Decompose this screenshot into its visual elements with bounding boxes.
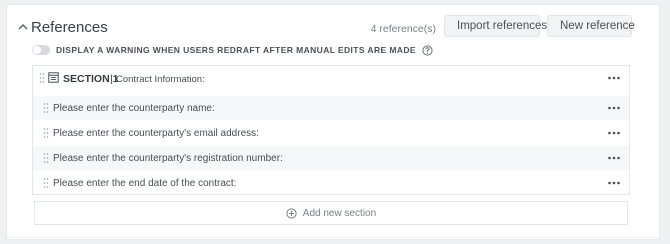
redraft-warning-toggle[interactable] bbox=[32, 45, 50, 55]
more-horizontal-icon[interactable] bbox=[607, 153, 621, 163]
redraft-warning-setting: DISPLAY A WARNING WHEN USERS REDRAFT AFT… bbox=[32, 43, 433, 57]
section-separator: | bbox=[110, 73, 113, 85]
references-panel: References 4 reference(s) Import referen… bbox=[6, 4, 660, 240]
reference-label: Please enter the counterparty's email ad… bbox=[53, 128, 259, 139]
list-item[interactable]: Please enter the counterparty name: bbox=[33, 96, 629, 120]
drag-handle-icon[interactable] bbox=[43, 152, 49, 164]
more-horizontal-icon[interactable] bbox=[607, 103, 621, 113]
reference-label: Please enter the counterparty name: bbox=[53, 103, 215, 114]
more-horizontal-icon[interactable] bbox=[607, 73, 621, 83]
divider bbox=[7, 237, 659, 238]
section-name: Contract Information: bbox=[116, 74, 205, 85]
new-reference-label: New reference bbox=[560, 20, 635, 32]
document-icon bbox=[48, 72, 59, 83]
references-header: References 4 reference(s) Import referen… bbox=[7, 5, 659, 47]
section-container: SECTION 1 | Contract Information: Please… bbox=[32, 65, 630, 195]
drag-handle-icon[interactable] bbox=[43, 102, 49, 114]
question-circle-icon[interactable] bbox=[422, 44, 433, 56]
drag-handle-icon[interactable] bbox=[39, 72, 45, 84]
import-references-button[interactable]: Import references bbox=[444, 15, 547, 37]
page-title: References bbox=[31, 19, 108, 36]
add-new-section-button[interactable]: Add new section bbox=[34, 201, 628, 225]
list-item[interactable]: Please enter the counterparty's registra… bbox=[33, 146, 629, 170]
more-horizontal-icon[interactable] bbox=[607, 178, 621, 188]
add-new-section-label: Add new section bbox=[302, 207, 377, 219]
toggle-knob bbox=[33, 46, 41, 54]
reference-count: 4 reference(s) bbox=[370, 23, 436, 35]
reference-label: Please enter the counterparty's registra… bbox=[53, 153, 283, 164]
section-header[interactable]: SECTION 1 | Contract Information: bbox=[33, 66, 629, 91]
new-reference-button[interactable]: New reference bbox=[547, 15, 635, 37]
import-references-label: Import references bbox=[457, 20, 548, 32]
drag-handle-icon[interactable] bbox=[43, 177, 49, 189]
drag-handle-icon[interactable] bbox=[43, 127, 49, 139]
more-horizontal-icon[interactable] bbox=[607, 128, 621, 138]
list-item[interactable]: Please enter the end date of the contrac… bbox=[33, 171, 629, 195]
redraft-warning-label: DISPLAY A WARNING WHEN USERS REDRAFT AFT… bbox=[56, 45, 416, 55]
reference-label: Please enter the end date of the contrac… bbox=[53, 178, 237, 189]
plus-circle-icon bbox=[286, 207, 297, 219]
chevron-up-icon[interactable] bbox=[18, 23, 28, 31]
list-item[interactable]: Please enter the counterparty's email ad… bbox=[33, 121, 629, 145]
